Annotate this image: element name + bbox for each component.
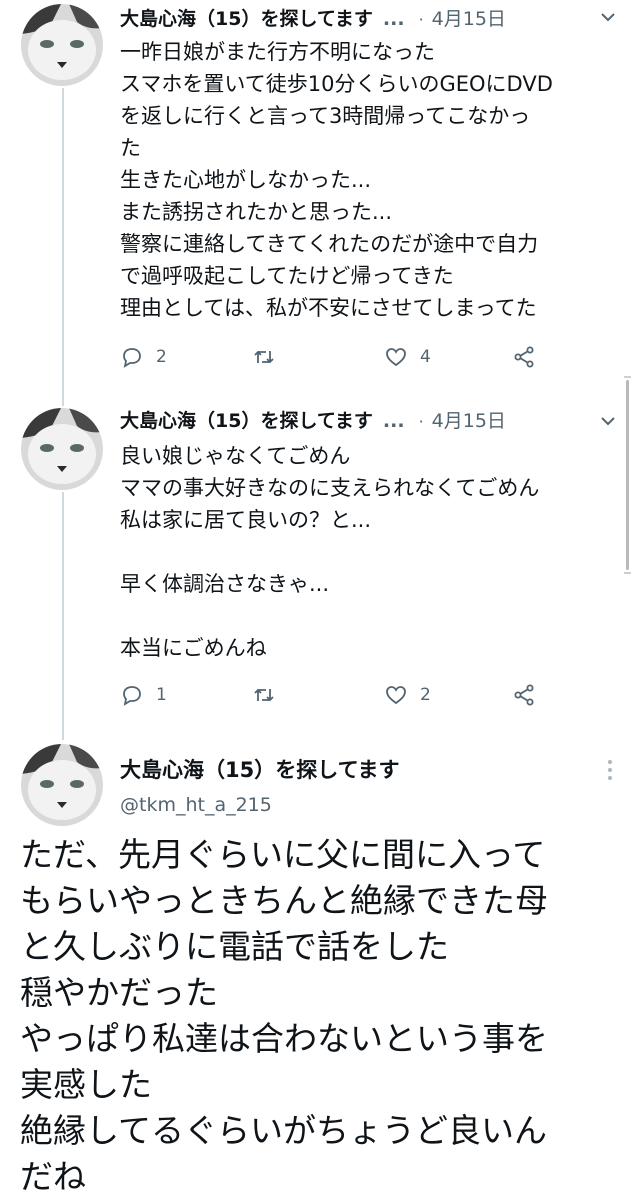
separator: · xyxy=(418,10,424,29)
scrollbar-cap xyxy=(624,376,631,378)
tweet-actions: 2 4 xyxy=(120,345,540,371)
separator: · xyxy=(418,412,424,431)
text-line: スマホを置いて徒歩10分くらいのGEOにDVD xyxy=(120,72,553,96)
text-line: と久しぶりに電話で話をした xyxy=(20,927,449,966)
text-line: 理由としては、私が不安にさせてしまってた xyxy=(120,296,537,320)
text-line: 絶縁してるぐらいがちょうど良いん xyxy=(20,1111,548,1150)
share-button[interactable] xyxy=(512,345,536,369)
name-truncation: ... xyxy=(382,410,405,432)
text-line: ただ、先月ぐらいに父に間に入って xyxy=(20,835,546,874)
tweet-header: 大島心海（15）を探してます ... · 4月15日 xyxy=(120,4,506,31)
like-icon xyxy=(386,686,406,705)
display-name[interactable]: 大島心海（15）を探してます xyxy=(120,406,373,433)
text-line: 早く体調治さなきゃ... xyxy=(120,572,330,596)
tweet-text: 良い娘じゃなくてごめん ママの事大好きなのに支えられなくてごめん 私は家に居て良… xyxy=(120,440,630,664)
like-button[interactable]: 2 xyxy=(384,683,431,707)
display-name[interactable]: 大島心海（15）を探してます xyxy=(120,754,400,784)
retweet-button[interactable] xyxy=(252,345,288,369)
avatar[interactable] xyxy=(21,744,103,826)
like-count: 4 xyxy=(420,347,431,367)
text-line: 本当にごめんね xyxy=(120,636,267,660)
reply-button[interactable]: 1 xyxy=(120,683,167,707)
display-name[interactable]: 大島心海（15）を探してます xyxy=(120,4,373,31)
text-line: 生きた心地がしなかった... xyxy=(120,168,372,192)
reply-icon xyxy=(123,686,141,706)
retweet-icon xyxy=(254,688,274,702)
text-line: 良い娘じゃなくてごめん xyxy=(120,444,351,468)
retweet-button[interactable] xyxy=(252,683,288,707)
share-icon xyxy=(514,346,534,368)
tweet-text: 一昨日娘がまた行方不明になった スマホを置いて徒歩10分くらいのGEOにDVD … xyxy=(120,36,630,324)
like-icon xyxy=(386,348,406,367)
tweet-date[interactable]: 4月15日 xyxy=(432,4,506,31)
text-line xyxy=(120,600,630,632)
text-line: た xyxy=(120,136,141,160)
avatar[interactable] xyxy=(21,4,103,86)
share-icon xyxy=(514,684,534,706)
text-line: 穏やかだった xyxy=(20,973,218,1012)
reply-button[interactable]: 2 xyxy=(120,345,167,369)
thread-line xyxy=(62,88,64,406)
reply-icon xyxy=(123,348,141,368)
tweet-actions: 1 2 xyxy=(120,683,540,709)
reply-count: 1 xyxy=(156,685,167,705)
reply-count: 2 xyxy=(156,347,167,367)
text-line: やっぱり私達は合わないという事を xyxy=(20,1019,548,1058)
user-handle[interactable]: @tkm_ht_a_215 xyxy=(120,794,400,816)
text-line: 実感した xyxy=(20,1065,152,1104)
like-button[interactable]: 4 xyxy=(384,345,431,369)
text-line: もらいやっときちんと絶縁できた母 xyxy=(20,881,548,920)
text-line: また誘拐されたかと思った... xyxy=(120,200,393,224)
text-line: 警察に連絡してきてくれたのだが途中で自力 xyxy=(120,232,539,256)
more-vertical-icon[interactable] xyxy=(604,758,616,788)
text-line xyxy=(120,536,630,568)
chevron-down-icon[interactable] xyxy=(597,6,619,32)
name-truncation: ... xyxy=(382,8,405,30)
text-line: 私は家に居て良いの？と... xyxy=(120,508,372,532)
chevron-down-icon[interactable] xyxy=(597,410,619,436)
thread-line xyxy=(62,492,64,740)
text-line: で過呼吸起こしてたけど帰ってきた xyxy=(120,264,454,288)
text-line: ママの事大好きなのに支えられなくてごめん xyxy=(120,476,540,500)
tweet-date[interactable]: 4月15日 xyxy=(432,406,506,433)
text-line: 一昨日娘がまた行方不明になった xyxy=(120,40,435,64)
like-count: 2 xyxy=(420,685,431,705)
tweet-header: 大島心海（15）を探してます ... · 4月15日 xyxy=(120,406,506,433)
retweet-icon xyxy=(254,350,274,364)
main-tweet-text: ただ、先月ぐらいに父に間に入って もらいやっときちんと絶縁できた母 と久しぶりに… xyxy=(20,832,620,1200)
main-tweet-header: 大島心海（15）を探してます @tkm_ht_a_215 xyxy=(120,754,400,816)
share-button[interactable] xyxy=(512,683,536,707)
text-line: だね xyxy=(20,1157,86,1196)
text-line: を返しに行くと言って3時間帰ってこなかっ xyxy=(120,104,531,128)
avatar[interactable] xyxy=(21,408,103,490)
